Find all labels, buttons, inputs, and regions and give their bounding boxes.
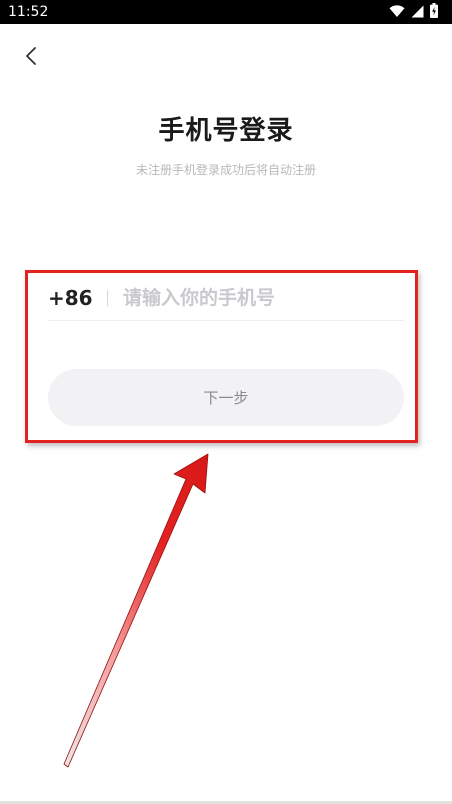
cellular-signal-icon xyxy=(411,3,424,22)
back-button[interactable] xyxy=(18,42,46,70)
country-code-divider xyxy=(107,290,108,306)
wifi-icon xyxy=(389,3,405,22)
next-button[interactable]: 下一步 xyxy=(48,369,404,426)
page-title: 手机号登录 xyxy=(158,116,294,146)
battery-icon xyxy=(430,2,438,22)
phone-input-row: +86 xyxy=(48,278,404,321)
page-subtitle: 未注册手机登录成功后将自动注册 xyxy=(135,163,316,177)
phone-number-input[interactable] xyxy=(123,282,401,314)
status-bar: 11:52 xyxy=(0,0,452,24)
country-code-selector[interactable]: +86 xyxy=(48,284,93,312)
chevron-left-icon xyxy=(18,47,46,74)
status-time: 11:52 xyxy=(8,4,49,20)
status-icons xyxy=(389,2,438,22)
